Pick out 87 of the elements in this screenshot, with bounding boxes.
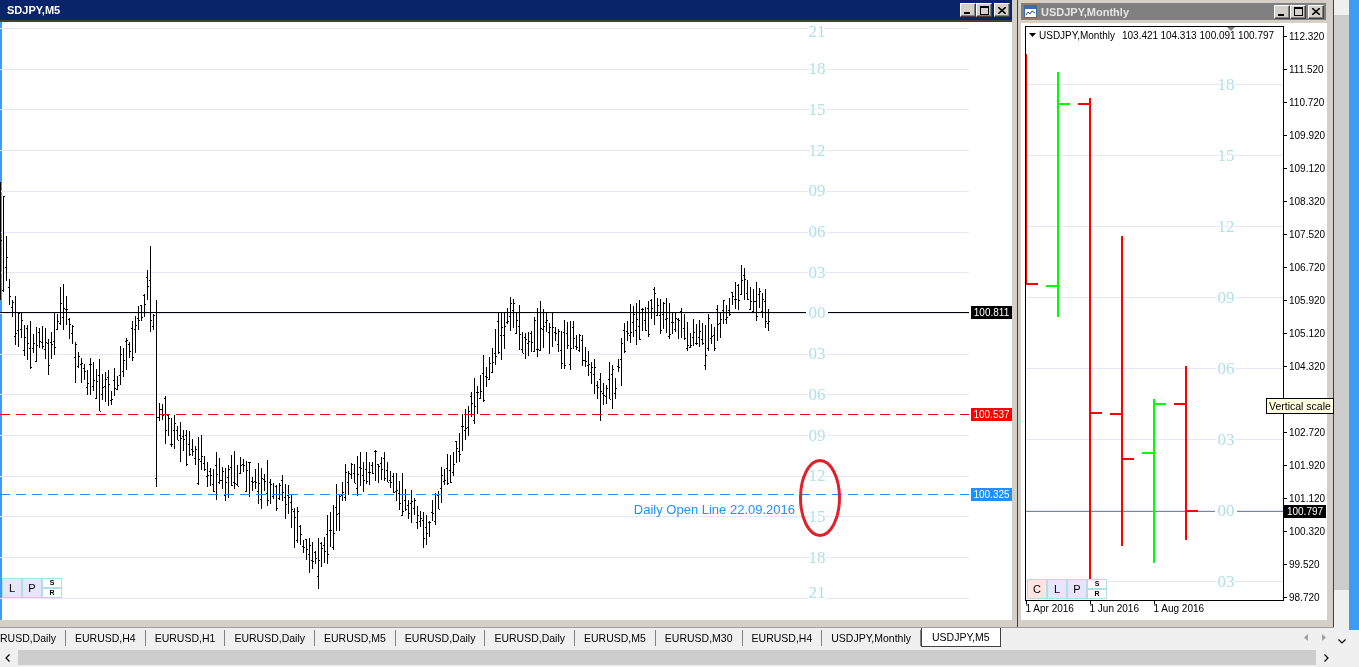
price-axis-label: 112.320 bbox=[1283, 31, 1325, 42]
hour-label: 15 bbox=[808, 99, 826, 119]
hour-label: 18 bbox=[808, 547, 826, 567]
hour-label: 18 bbox=[808, 59, 826, 79]
price-axis-label: 98.720 bbox=[1283, 592, 1320, 603]
chart-button[interactable]: L bbox=[2, 578, 22, 598]
maximize-button[interactable] bbox=[976, 3, 992, 17]
close-icon bbox=[1312, 8, 1320, 15]
price-axis-label: 100.320 bbox=[1283, 526, 1326, 537]
minimize-icon bbox=[964, 12, 970, 14]
hour-label: 15 bbox=[1217, 145, 1235, 165]
caret-icon[interactable] bbox=[1029, 33, 1036, 37]
price-axis-label: 104.320 bbox=[1283, 361, 1326, 372]
chevron-down-icon[interactable] bbox=[1337, 639, 1346, 644]
maximize-button[interactable] bbox=[1290, 4, 1306, 19]
hour-label: 09 bbox=[1217, 287, 1235, 307]
price-tag: 100.811 bbox=[971, 306, 1012, 319]
hour-label: 12 bbox=[1217, 216, 1235, 236]
chart-legend: USDJPY,Monthly 103.421 104.313 100.091 100.797 bbox=[1039, 29, 1275, 41]
tab[interactable]: EURUSD,Daily bbox=[485, 630, 575, 646]
tab[interactable]: EURUSD,Daily bbox=[395, 630, 486, 646]
hour-label: 12 bbox=[808, 140, 826, 160]
chart-button[interactable]: C bbox=[1027, 579, 1047, 599]
hour-label: 18 bbox=[1217, 74, 1235, 94]
price-axis-label: 101.120 bbox=[1283, 493, 1326, 504]
chart-button[interactable]: L bbox=[1047, 579, 1067, 599]
hour-label: 21 bbox=[808, 22, 826, 41]
line-label: Daily Open Line 22.09.2016 bbox=[633, 502, 795, 517]
hour-label: 21 bbox=[808, 582, 826, 602]
tab[interactable]: EURUSD,M30 bbox=[655, 630, 743, 646]
hour-label: 03 bbox=[1217, 571, 1235, 591]
close-button[interactable] bbox=[994, 3, 1010, 17]
price-axis-label: 108.320 bbox=[1283, 196, 1326, 207]
hour-label: 06 bbox=[808, 384, 826, 404]
tab[interactable]: EURUSD,M5 bbox=[575, 630, 656, 646]
hour-label: 06 bbox=[1217, 358, 1235, 378]
chart-button[interactable]: P bbox=[22, 578, 42, 598]
hour-label: 09 bbox=[808, 181, 826, 201]
close-button[interactable] bbox=[1308, 4, 1324, 19]
window-title: SDJPY,M5 bbox=[7, 4, 61, 16]
price-axis-label: 110.720 bbox=[1283, 97, 1325, 108]
chart-button[interactable]: P bbox=[1067, 579, 1087, 599]
tab[interactable]: EURUSD,M5 bbox=[315, 630, 396, 646]
price-axis-label: 111.520 bbox=[1283, 64, 1324, 75]
tab[interactable]: RUSD,Daily bbox=[0, 630, 66, 646]
price-axis-label: 109.120 bbox=[1283, 163, 1326, 174]
tab[interactable]: EURUSD,H4 bbox=[742, 630, 823, 646]
tab[interactable]: EURUSD,H1 bbox=[145, 630, 226, 646]
hour-label: 00 bbox=[808, 303, 826, 323]
tab[interactable]: EURUSD,H4 bbox=[66, 630, 146, 646]
price-tag: 100.537 bbox=[971, 408, 1012, 421]
tab[interactable]: USDJPY,M5 bbox=[921, 628, 1001, 647]
maximize-icon bbox=[979, 5, 989, 15]
price-axis-label: 102.720 bbox=[1283, 427, 1326, 438]
date-axis-label: 1 Aug 2016 bbox=[1153, 600, 1205, 614]
hour-label: 12 bbox=[808, 466, 826, 486]
price-tag: 100.325 bbox=[971, 488, 1012, 501]
hour-label: 09 bbox=[808, 425, 826, 445]
hour-label: 03 bbox=[808, 344, 826, 364]
minimize-button[interactable] bbox=[1274, 4, 1290, 19]
price-axis-label: 109.920 bbox=[1283, 130, 1326, 141]
chart-window-icon bbox=[1024, 5, 1037, 18]
minimize-button[interactable] bbox=[960, 3, 976, 17]
window-title: USDJPY,Monthly bbox=[1041, 5, 1129, 18]
hour-label: 00 bbox=[1217, 500, 1235, 520]
price-tag: 100.797 bbox=[1284, 505, 1326, 518]
shift-marker-icon[interactable] bbox=[1227, 27, 1235, 31]
chevron-left-icon[interactable] bbox=[5, 653, 10, 662]
price-axis-label: 99.520 bbox=[1283, 559, 1320, 570]
price-axis-label: 101.920 bbox=[1283, 460, 1326, 471]
hour-label: 15 bbox=[808, 506, 826, 526]
price-axis-label: 105.920 bbox=[1283, 295, 1326, 306]
tooltip: Vertical scale bbox=[1266, 398, 1334, 414]
hour-label: 03 bbox=[1217, 429, 1235, 449]
price-axis-label: 105.120 bbox=[1283, 328, 1326, 339]
price-axis-label: 106.720 bbox=[1283, 262, 1326, 273]
chevron-right-icon[interactable] bbox=[1324, 653, 1329, 662]
price-axis-label: 107.520 bbox=[1283, 229, 1326, 240]
close-icon bbox=[998, 6, 1006, 14]
date-axis-label: 1 Apr 2016 bbox=[1025, 600, 1074, 614]
scrollbar-thumb[interactable] bbox=[18, 650, 1316, 665]
hour-label: 06 bbox=[808, 222, 826, 241]
hour-label: 03 bbox=[808, 262, 826, 282]
tab[interactable]: EURUSD,Daily bbox=[225, 630, 315, 646]
minimize-icon bbox=[1278, 13, 1284, 16]
maximize-icon bbox=[1293, 7, 1303, 16]
date-axis-label: 1 Jun 2016 bbox=[1089, 600, 1139, 614]
